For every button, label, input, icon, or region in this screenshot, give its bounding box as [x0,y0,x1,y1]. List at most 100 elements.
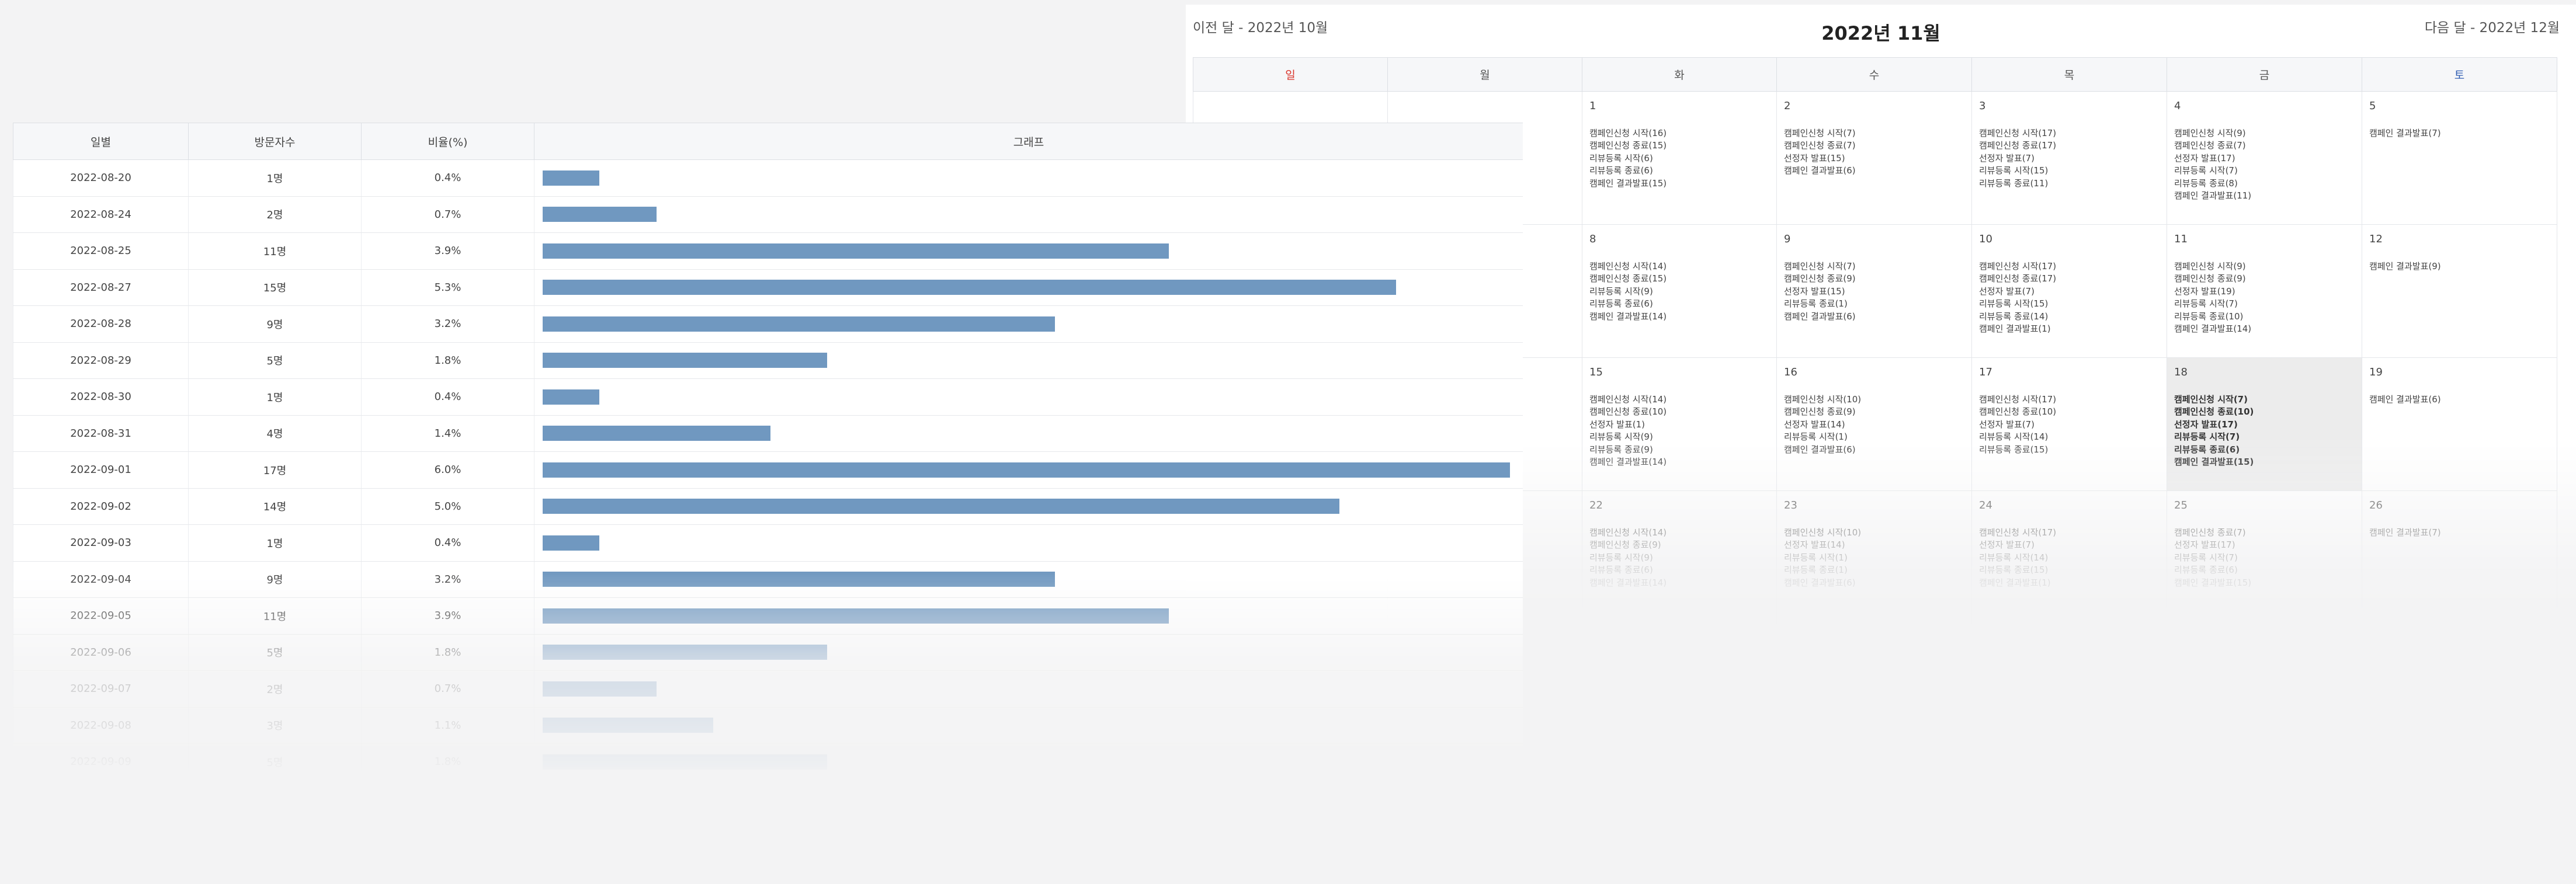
calendar-event[interactable]: 선정자 발표(1) [1589,419,1769,431]
calendar-event[interactable]: 캠페인신청 시작(17) [1979,260,2160,273]
calendar-day-cell[interactable]: 3 캠페인신청 시작(17) 캠페인신청 종료(17) 선정자 발표(7) 리뷰등록 시… [1971,91,2167,225]
calendar-event[interactable]: 캠페인 결과발표(14) [1589,456,1769,469]
calendar-day-cell[interactable]: 15 캠페인신청 시작(14) 캠페인신청 종료(10) 선정자 발표(1) 리뷰등록 … [1582,357,1777,491]
calendar-event[interactable]: 캠페인 결과발표(7) [2369,127,2550,140]
calendar-day-cell[interactable]: 10 캠페인신청 시작(17) 캠페인신청 종료(17) 선정자 발표(7) 리뷰등록 … [1971,224,2167,358]
calendar-day-cell[interactable]: 23 캠페인신청 시작(10) 선정자 발표(14) 리뷰등록 시작(1) 리뷰등록 종… [1776,490,1972,624]
calendar-event[interactable]: 리뷰등록 시작(1) [1784,552,1964,565]
calendar-event[interactable]: 캠페인신청 시작(17) [1979,394,2160,406]
calendar-event[interactable]: 리뷰등록 시작(7) [2174,552,2355,565]
calendar-day-cell[interactable]: 18 캠페인신청 시작(7) 캠페인신청 종료(10) 선정자 발표(17) 리뷰등록 … [2167,357,2362,491]
calendar-event[interactable]: 캠페인신청 시작(10) [1784,394,1964,406]
calendar-event[interactable]: 리뷰등록 시작(9) [1589,552,1769,565]
calendar-event[interactable]: 캠페인신청 시작(14) [1589,527,1769,540]
calendar-day-cell[interactable]: 2 캠페인신청 시작(7) 캠페인신청 종료(7) 선정자 발표(15) 캠페인 결과발… [1776,91,1972,225]
calendar-event[interactable]: 리뷰등록 시작(9) [1589,431,1769,444]
calendar-event[interactable]: 캠페인신청 종료(17) [1979,273,2160,286]
col-header-visitors[interactable]: 방문자수 [188,123,362,160]
calendar-event[interactable]: 캠페인 결과발표(1) [1979,577,2160,590]
calendar-day-cell[interactable]: 9 캠페인신청 시작(7) 캠페인신청 종료(9) 선정자 발표(15) 리뷰등록 종료… [1776,224,1972,358]
calendar-event[interactable]: 선정자 발표(7) [1979,152,2160,165]
calendar-event[interactable]: 리뷰등록 종료(14) [1979,311,2160,323]
calendar-event[interactable]: 리뷰등록 종료(6) [1589,564,1769,577]
col-header-ratio[interactable]: 비율(%) [361,123,534,160]
calendar-event[interactable]: 리뷰등록 종료(10) [2174,311,2355,323]
calendar-event[interactable]: 캠페인신청 시작(9) [2174,260,2355,273]
calendar-event[interactable]: 캠페인 결과발표(15) [2174,456,2355,469]
calendar-event[interactable]: 선정자 발표(17) [2174,152,2355,165]
calendar-event[interactable]: 캠페인 결과발표(6) [1784,311,1964,323]
calendar-event[interactable]: 리뷰등록 시작(15) [1979,165,2160,178]
calendar-event[interactable]: 리뷰등록 종료(11) [1979,178,2160,190]
calendar-event[interactable]: 캠페인신청 종료(15) [1589,273,1769,286]
calendar-event[interactable]: 리뷰등록 시작(15) [1979,298,2160,311]
calendar-event[interactable]: 캠페인신청 종료(10) [1979,406,2160,419]
calendar-event[interactable]: 선정자 발표(14) [1784,419,1964,431]
calendar-event[interactable]: 리뷰등록 종료(6) [1589,165,1769,178]
calendar-event[interactable]: 캠페인 결과발표(9) [2369,260,2550,273]
calendar-event[interactable]: 캠페인신청 종료(15) [1589,140,1769,152]
calendar-event[interactable]: 캠페인신청 시작(16) [1589,127,1769,140]
calendar-event[interactable]: 캠페인 결과발표(11) [2174,190,2355,203]
calendar-event[interactable]: 리뷰등록 시작(7) [2174,298,2355,311]
calendar-event[interactable]: 캠페인신청 종료(7) [2174,527,2355,540]
calendar-event[interactable]: 리뷰등록 시작(7) [2174,165,2355,178]
calendar-event[interactable]: 선정자 발표(7) [1979,419,2160,431]
calendar-event[interactable]: 캠페인 결과발표(14) [2174,323,2355,336]
calendar-day-cell[interactable]: 25 캠페인신청 종료(7) 선정자 발표(17) 리뷰등록 시작(7) 리뷰등록 종료… [2167,490,2362,624]
calendar-event[interactable]: 리뷰등록 종료(1) [1784,298,1964,311]
calendar-event[interactable]: 선정자 발표(17) [2174,419,2355,431]
calendar-event[interactable]: 캠페인신청 시작(7) [1784,260,1964,273]
calendar-event[interactable]: 리뷰등록 종료(6) [2174,444,2355,457]
calendar-event[interactable]: 캠페인신청 종료(10) [1589,406,1769,419]
calendar-day-cell[interactable]: 16 캠페인신청 시작(10) 캠페인신청 종료(9) 선정자 발표(14) 리뷰등록 … [1776,357,1972,491]
calendar-event[interactable]: 리뷰등록 시작(6) [1589,152,1769,165]
calendar-event[interactable]: 리뷰등록 종료(1) [1784,564,1964,577]
calendar-event[interactable]: 리뷰등록 시작(1) [1784,431,1964,444]
calendar-day-cell[interactable]: 26 캠페인 결과발표(7) [2362,490,2557,624]
calendar-event[interactable]: 선정자 발표(7) [1979,286,2160,298]
calendar-day-cell[interactable]: 1 캠페인신청 시작(16) 캠페인신청 종료(15) 리뷰등록 시작(6) 리뷰등록 … [1582,91,1777,225]
calendar-day-cell[interactable]: 24 캠페인신청 시작(17) 선정자 발표(7) 리뷰등록 시작(14) 리뷰등록 종… [1971,490,2167,624]
calendar-event[interactable]: 리뷰등록 종료(15) [1979,444,2160,457]
next-month-link[interactable]: 다음 달 - 2022년 12월 [2425,16,2560,36]
calendar-event[interactable]: 리뷰등록 시작(14) [1979,431,2160,444]
calendar-event[interactable]: 캠페인신청 종료(9) [1784,406,1964,419]
calendar-event[interactable]: 선정자 발표(14) [1784,539,1964,552]
calendar-event[interactable]: 캠페인 결과발표(15) [2174,577,2355,590]
calendar-event[interactable]: 캠페인신청 시작(10) [1784,527,1964,540]
calendar-event[interactable]: 리뷰등록 종료(15) [1979,564,2160,577]
calendar-event[interactable]: 캠페인신청 시작(9) [2174,127,2355,140]
calendar-event[interactable]: 캠페인 결과발표(15) [1589,178,1769,190]
calendar-event[interactable]: 캠페인 결과발표(14) [1589,311,1769,323]
calendar-event[interactable]: 리뷰등록 시작(7) [2174,431,2355,444]
calendar-event[interactable]: 캠페인신청 종료(9) [1784,273,1964,286]
calendar-event[interactable]: 캠페인신청 시작(14) [1589,260,1769,273]
calendar-event[interactable]: 리뷰등록 시작(9) [1589,286,1769,298]
calendar-event[interactable]: 선정자 발표(19) [2174,286,2355,298]
calendar-day-cell[interactable]: 5 캠페인 결과발표(7) [2362,91,2557,225]
calendar-event[interactable]: 캠페인신청 시작(7) [1784,127,1964,140]
calendar-event[interactable]: 리뷰등록 종료(6) [1589,298,1769,311]
calendar-event[interactable]: 선정자 발표(15) [1784,152,1964,165]
calendar-day-cell[interactable]: 11 캠페인신청 시작(9) 캠페인신청 종료(9) 선정자 발표(19) 리뷰등록 시… [2167,224,2362,358]
calendar-event[interactable]: 리뷰등록 종료(8) [2174,178,2355,190]
calendar-event[interactable]: 리뷰등록 시작(14) [1979,552,2160,565]
calendar-event[interactable]: 캠페인신청 시작(14) [1589,394,1769,406]
calendar-event[interactable]: 캠페인신청 종료(9) [1589,539,1769,552]
calendar-event[interactable]: 캠페인신청 종료(7) [1784,140,1964,152]
calendar-event[interactable]: 캠페인 결과발표(14) [1589,577,1769,590]
calendar-event[interactable]: 리뷰등록 종료(6) [2174,564,2355,577]
calendar-event[interactable]: 캠페인신청 시작(17) [1979,127,2160,140]
calendar-event[interactable]: 선정자 발표(15) [1784,286,1964,298]
calendar-event[interactable]: 캠페인신청 시작(17) [1979,527,2160,540]
calendar-day-cell[interactable]: 22 캠페인신청 시작(14) 캠페인신청 종료(9) 리뷰등록 시작(9) 리뷰등록 … [1582,490,1777,624]
calendar-event[interactable]: 캠페인신청 종료(7) [2174,140,2355,152]
col-header-date[interactable]: 일별 [13,123,189,160]
calendar-day-cell[interactable]: 19 캠페인 결과발표(6) [2362,357,2557,491]
calendar-event[interactable]: 캠페인 결과발표(7) [2369,527,2550,540]
calendar-day-cell[interactable]: 4 캠페인신청 시작(9) 캠페인신청 종료(7) 선정자 발표(17) 리뷰등록 시작… [2167,91,2362,225]
calendar-day-cell[interactable]: 8 캠페인신청 시작(14) 캠페인신청 종료(15) 리뷰등록 시작(9) 리뷰등록 … [1582,224,1777,358]
calendar-day-cell[interactable]: 17 캠페인신청 시작(17) 캠페인신청 종료(10) 선정자 발표(7) 리뷰등록 … [1971,357,2167,491]
calendar-event[interactable]: 캠페인 결과발표(1) [1979,323,2160,336]
